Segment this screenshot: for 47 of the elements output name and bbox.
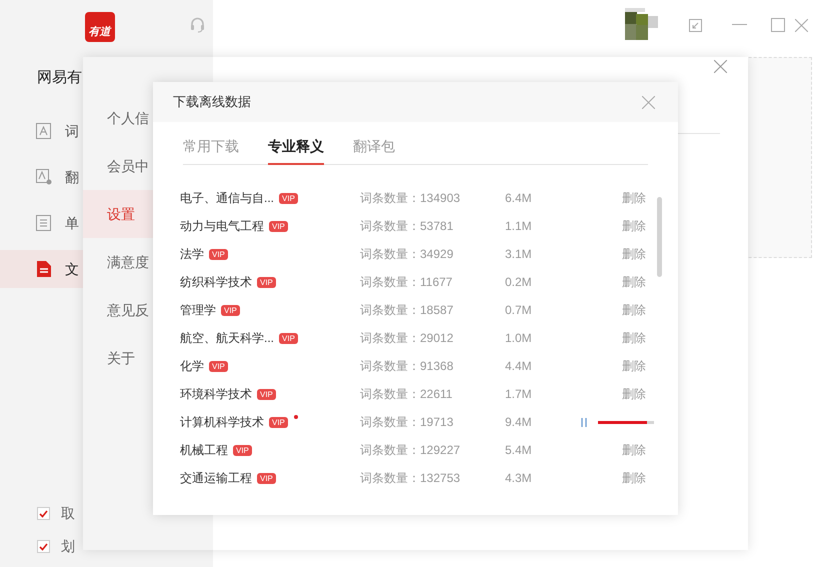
dictionary-name: 计算机科学技术 bbox=[180, 414, 264, 431]
entry-count: 词条数量：129227 bbox=[360, 442, 462, 459]
dictionary-name: 管理学 bbox=[180, 302, 216, 319]
vip-badge: VIP bbox=[257, 472, 276, 484]
vip-badge: VIP bbox=[209, 248, 228, 260]
file-size: 1.1M bbox=[505, 218, 532, 235]
dialog-title: 下载离线数据 bbox=[173, 93, 251, 112]
vip-badge: VIP bbox=[221, 304, 240, 316]
file-size: 1.7M bbox=[505, 386, 532, 403]
entry-count: 词条数量：29012 bbox=[360, 330, 454, 347]
vip-badge: VIP bbox=[279, 332, 298, 344]
vip-badge: VIP bbox=[257, 388, 276, 400]
file-size: 6.4M bbox=[505, 190, 532, 207]
vip-badge: VIP bbox=[279, 192, 298, 204]
entry-count: 词条数量：11677 bbox=[360, 274, 454, 291]
entry-count: 词条数量：132753 bbox=[360, 470, 462, 487]
dictionary-name: 纺织科学技术 bbox=[180, 274, 252, 291]
file-size: 4.4M bbox=[505, 358, 532, 375]
file-size: 0.7M bbox=[505, 302, 532, 319]
vip-badge: VIP bbox=[209, 360, 228, 372]
vip-badge: VIP bbox=[269, 220, 288, 232]
entry-count: 词条数量：19713 bbox=[360, 414, 454, 431]
vip-badge: VIP bbox=[257, 276, 276, 288]
entry-count: 词条数量：18587 bbox=[360, 302, 454, 319]
dictionary-name: 环境科学技术 bbox=[180, 386, 252, 403]
checkbox-label: 取 bbox=[61, 504, 75, 523]
vip-badge: VIP bbox=[233, 444, 252, 456]
dictionary-name: 法学 bbox=[180, 246, 204, 263]
dictionary-name: 航空、航天科学... bbox=[180, 330, 274, 347]
entry-count: 词条数量：91368 bbox=[360, 358, 454, 375]
app-logo: 有道 bbox=[84, 12, 114, 42]
checkbox-label: 划 bbox=[61, 537, 75, 556]
dictionary-name: 机械工程 bbox=[180, 442, 228, 459]
entry-count: 词条数量：22611 bbox=[360, 386, 454, 403]
entry-count: 词条数量：134903 bbox=[360, 190, 462, 207]
file-size: 4.3M bbox=[505, 470, 532, 487]
file-size: 3.1M bbox=[505, 246, 532, 263]
file-size: 0.2M bbox=[505, 274, 532, 291]
dictionary-name: 交通运输工程 bbox=[180, 470, 252, 487]
vip-badge: VIP bbox=[269, 416, 288, 428]
file-size: 1.0M bbox=[505, 330, 532, 347]
entry-count: 词条数量：53781 bbox=[360, 218, 454, 235]
entry-count: 词条数量：34929 bbox=[360, 246, 454, 263]
file-size: 9.4M bbox=[505, 414, 532, 431]
dictionary-name: 化学 bbox=[180, 358, 204, 375]
app-title: 网易有 bbox=[37, 69, 82, 86]
file-size: 5.4M bbox=[505, 442, 532, 459]
